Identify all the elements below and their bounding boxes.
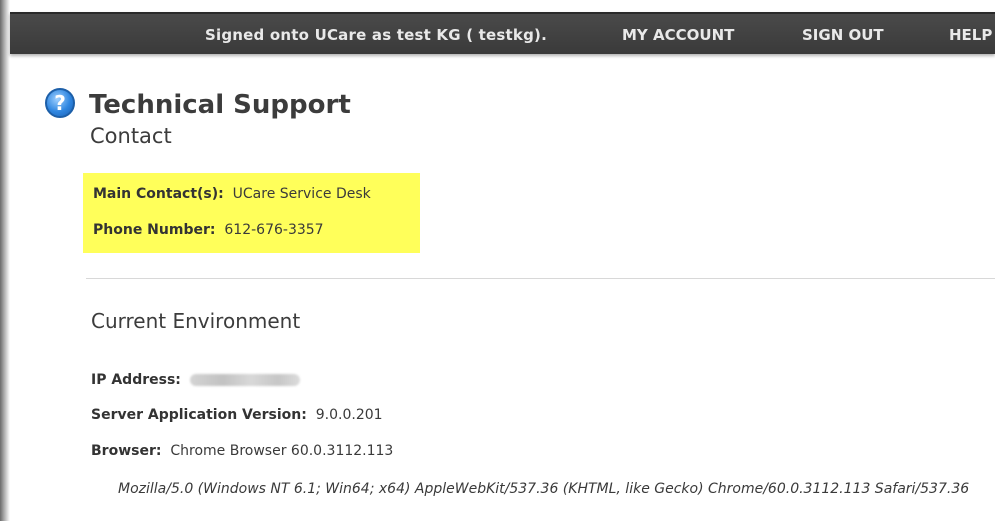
page-subtitle: Contact: [90, 124, 172, 148]
browser-value: Chrome Browser 60.0.3112.113: [170, 443, 394, 459]
phone-value: 612-676-3357: [224, 222, 324, 238]
ip-address-redacted: [189, 374, 300, 386]
contact-highlight: [83, 173, 420, 253]
ip-address-label: IP Address:: [91, 372, 181, 388]
main-contact-row: Main Contact(s): UCare Service Desk: [93, 186, 371, 202]
main-contact-label: Main Contact(s):: [93, 186, 224, 202]
ip-address-row: IP Address:: [91, 372, 300, 388]
question-circle-icon: ?: [45, 88, 75, 118]
browser-label: Browser:: [91, 443, 162, 459]
browser-row: Browser: Chrome Browser 60.0.3112.113: [91, 443, 393, 459]
window-frame-edge: [0, 0, 10, 521]
phone-label: Phone Number:: [93, 222, 216, 238]
top-navigation-bar: Signed onto UCare as test KG ( testkg). …: [10, 12, 995, 54]
user-agent-string: Mozilla/5.0 (Windows NT 6.1; Win64; x64)…: [118, 481, 970, 497]
help-link[interactable]: HELP: [949, 26, 992, 44]
signed-in-prefix: Signed onto: [205, 26, 315, 44]
sign-out-link[interactable]: SIGN OUT: [802, 26, 884, 44]
app-name: UCare: [314, 26, 367, 44]
user-login: ( testkg).: [460, 26, 547, 44]
page-title: Technical Support: [89, 90, 351, 120]
environment-heading: Current Environment: [91, 309, 301, 333]
main-contact-value: UCare Service Desk: [232, 186, 371, 202]
user-name: test KG: [396, 26, 461, 44]
signed-in-mid: as: [366, 26, 397, 44]
server-version-row: Server Application Version: 9.0.0.201: [91, 407, 383, 423]
server-version-label: Server Application Version:: [91, 407, 307, 423]
signed-in-status: Signed onto UCare as test KG ( testkg).: [205, 26, 547, 44]
my-account-link[interactable]: MY ACCOUNT: [622, 26, 734, 44]
server-version-value: 9.0.0.201: [315, 407, 383, 423]
phone-row: Phone Number: 612-676-3357: [93, 222, 324, 238]
section-divider: [86, 278, 995, 279]
